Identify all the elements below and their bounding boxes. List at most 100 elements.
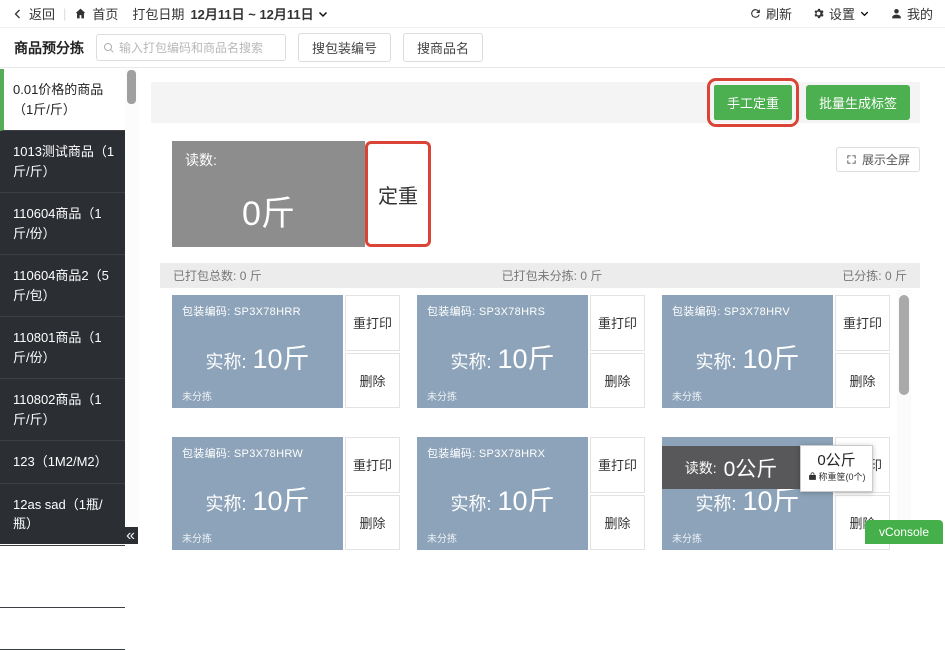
- stats-bar: 已打包总数: 0 斤 已打包未分拣: 0 斤 已分拣: 0 斤: [160, 263, 920, 288]
- package-card: 包装编码: SP3X78HRW 实称:10斤 未分拣 重打印 删除: [172, 437, 400, 550]
- sort-status-badge: 未分拣: [182, 388, 212, 403]
- reprint-button[interactable]: 重打印: [590, 295, 645, 351]
- stat-unsorted: 已打包未分拣: 0 斤: [502, 267, 603, 284]
- stat-total-value: 0 斤: [240, 269, 262, 283]
- package-card-body: 包装编码: SP3X78HRR 实称:10斤 未分拣: [172, 295, 343, 408]
- stat-total-label: 已打包总数:: [173, 269, 236, 283]
- actual-weight-label: 实称:: [450, 494, 491, 514]
- person-icon: [890, 7, 903, 20]
- scale-reading-tooltip: 读数: 0公斤: [662, 446, 800, 489]
- sidebar-item-product-5[interactable]: 110802商品（1斤/斤）: [0, 379, 125, 441]
- package-card-body: 包装编码: SP3X78HRW 实称:10斤 未分拣: [172, 437, 343, 550]
- package-card: 包装编码: SP3X78HRR 实称:10斤 未分拣 重打印 删除: [172, 295, 400, 408]
- actual-weight-label: 实称:: [450, 352, 491, 372]
- reprint-button[interactable]: 重打印: [345, 437, 400, 493]
- pack-date-label: 打包日期: [132, 4, 184, 23]
- sort-status-badge: 未分拣: [427, 530, 457, 545]
- delete-button[interactable]: 删除: [590, 495, 645, 551]
- stat-total: 已打包总数: 0 斤: [173, 267, 262, 284]
- stat-sorted-value: 0 斤: [885, 269, 907, 283]
- sidebar-item-product-2[interactable]: 110604商品（1斤/份）: [0, 193, 125, 255]
- delete-button[interactable]: 删除: [835, 353, 890, 409]
- stat-unsorted-value: 0 斤: [580, 269, 602, 283]
- date-range-value: 12月11日 ~ 12月11日: [190, 4, 313, 23]
- delete-button[interactable]: 删除: [590, 353, 645, 409]
- top-bar: 返回 | 首页 打包日期 12月11日 ~ 12月11日 刷新 设置: [0, 0, 945, 28]
- sidebar-item-product-3[interactable]: 110604商品2（5斤/包）: [0, 255, 125, 317]
- fix-weight-button[interactable]: 定重: [365, 141, 431, 247]
- home-button[interactable]: 首页: [74, 4, 118, 23]
- my-account-button[interactable]: 我的: [890, 4, 933, 23]
- sidebar-scrollbar-thumb[interactable]: [127, 70, 136, 104]
- stat-sorted: 已分拣: 0 斤: [842, 267, 907, 284]
- sidebar-item-product-9[interactable]: 1分蛋（1斤/斤）: [0, 608, 125, 650]
- sort-status-badge: 未分拣: [672, 530, 702, 545]
- tooltip-reading-label: 读数:: [685, 458, 717, 478]
- sidebar-item-product-7[interactable]: 12as sad（1瓶/瓶）: [0, 484, 125, 546]
- cards-scrollbar-thumb[interactable]: [899, 295, 909, 395]
- chevron-down-icon: [859, 8, 870, 19]
- delete-button[interactable]: 删除: [345, 495, 400, 551]
- stat-unsorted-label: 已打包未分拣:: [502, 269, 577, 283]
- gear-icon: [812, 7, 825, 20]
- expand-icon: [846, 154, 857, 165]
- actual-weight-value: 10斤: [742, 486, 799, 516]
- package-code-value: SP3X78HRS: [479, 306, 545, 318]
- collapse-sidebar-icon[interactable]: «: [126, 528, 135, 544]
- package-code-label: 包装编码:: [427, 306, 476, 318]
- weighing-basket-popup: 0公斤 称重筐(0个): [800, 445, 873, 492]
- package-card-grid: 包装编码: SP3X78HRR 实称:10斤 未分拣 重打印 删除 包装编码: …: [172, 295, 891, 550]
- batch-generate-labels-button[interactable]: 批量生成标签: [806, 85, 910, 120]
- chevron-down-icon: [317, 8, 329, 20]
- search-input-wrap[interactable]: [96, 34, 286, 61]
- search-icon: [103, 42, 115, 54]
- reprint-button[interactable]: 重打印: [590, 437, 645, 493]
- vconsole-button[interactable]: vConsole: [865, 520, 943, 544]
- cards-scrollbar[interactable]: [897, 290, 911, 544]
- package-code-value: SP3X78HRR: [234, 306, 301, 318]
- package-code-value: SP3X78HRX: [479, 448, 545, 460]
- package-card: 包装编码: SP3X78HRX 实称:10斤 未分拣 重打印 删除: [417, 437, 645, 550]
- back-button[interactable]: 返回: [12, 4, 55, 23]
- settings-label: 设置: [829, 4, 855, 23]
- settings-menu[interactable]: 设置: [812, 4, 870, 23]
- fullscreen-label: 展示全屏: [862, 151, 910, 168]
- search-input[interactable]: [119, 41, 279, 55]
- search-bar: 商品预分拣 搜包装编号 搜商品名: [0, 28, 945, 68]
- reprint-button[interactable]: 重打印: [345, 295, 400, 351]
- package-code-label: 包装编码:: [182, 448, 231, 460]
- reprint-button[interactable]: 重打印: [835, 295, 890, 351]
- actual-weight-label: 实称:: [695, 494, 736, 514]
- basket-icon: [808, 472, 817, 481]
- manual-weight-button[interactable]: 手工定重: [714, 85, 792, 120]
- refresh-label: 刷新: [766, 4, 792, 23]
- refresh-button[interactable]: 刷新: [749, 4, 792, 23]
- search-package-code-button[interactable]: 搜包装编号: [298, 33, 391, 62]
- package-code-label: 包装编码:: [182, 306, 231, 318]
- delete-button[interactable]: 删除: [345, 353, 400, 409]
- divider: |: [63, 6, 66, 21]
- package-card-body: 包装编码: SP3X78HRS 实称: 10斤 未分拣: [417, 295, 588, 408]
- sidebar-item-product-8[interactable]: 12仓新农福油粘米25kg（1包/包）: [0, 546, 125, 608]
- back-label: 返回: [29, 4, 55, 23]
- date-range-picker[interactable]: 12月11日 ~ 12月11日: [190, 4, 328, 23]
- action-toolbar: 手工定重 批量生成标签: [151, 82, 920, 123]
- scale-reading-value: 0斤: [185, 186, 352, 235]
- actual-weight-value: 10斤: [497, 344, 554, 374]
- stat-sorted-label: 已分拣:: [842, 269, 881, 283]
- actual-weight-label: 实称:: [695, 352, 736, 372]
- actual-weight-value: 10斤: [252, 486, 309, 516]
- sidebar-item-product-6[interactable]: 123（1M2/M2）: [0, 441, 125, 484]
- package-code-value: SP3X78HRW: [234, 448, 303, 460]
- chevron-left-icon: [12, 8, 24, 20]
- fullscreen-button[interactable]: 展示全屏: [836, 147, 920, 172]
- package-card-body: 包装编码: SP3X78HRV 实称:10斤 未分拣: [662, 295, 833, 408]
- sidebar-item-product-0[interactable]: 0.01价格的商品（1斤/斤）: [0, 69, 125, 131]
- sort-status-badge: 未分拣: [427, 388, 457, 403]
- sidebar-scrollbar[interactable]: [125, 69, 138, 527]
- sidebar-item-product-4[interactable]: 110801商品（1斤/份）: [0, 317, 125, 379]
- package-card: 包装编码: SP3X78HRV 实称:10斤 未分拣 重打印 删除: [662, 295, 890, 408]
- basket-label: 称重筐(0个): [819, 470, 866, 483]
- search-product-name-button[interactable]: 搜商品名: [403, 33, 483, 62]
- sidebar-item-product-1[interactable]: 1013测试商品（1斤/斤）: [0, 131, 125, 193]
